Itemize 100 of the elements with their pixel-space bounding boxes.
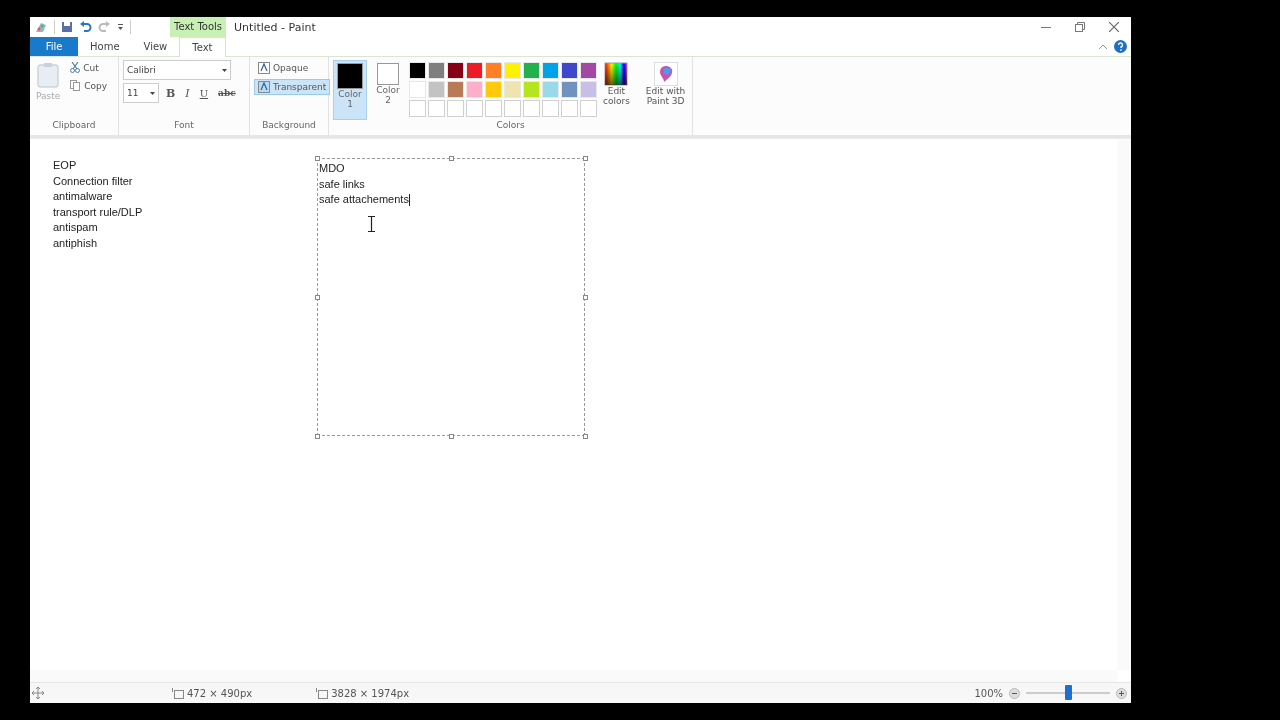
zoom-slider-thumb[interactable] (1065, 685, 1072, 700)
palette-color[interactable] (466, 62, 483, 79)
canvas-size: 3828 × 1974px (331, 687, 410, 699)
custom-color-cell[interactable] (542, 100, 559, 117)
font-size-dropdown[interactable]: 11 (123, 83, 159, 103)
ribbon-tab[interactable]: Home (78, 37, 132, 56)
palette-color[interactable] (485, 81, 502, 98)
canvas-size-icon (316, 687, 329, 699)
zoom-level: 100% (974, 687, 1003, 699)
palette-color[interactable] (447, 81, 464, 98)
zoom-in-icon[interactable] (1116, 687, 1127, 699)
resize-handle[interactable] (583, 434, 588, 439)
restore-icon[interactable] (1075, 22, 1085, 32)
custom-color-cell[interactable] (580, 100, 597, 117)
canvas-text: antiphish (53, 236, 98, 249)
canvas-text: Connection filter (53, 174, 133, 187)
letter-a-icon (258, 62, 270, 74)
canvas-text: antimalware (53, 190, 113, 202)
canvas-text: transport rule/DLP (53, 205, 143, 218)
clipboard-icon (37, 62, 60, 88)
context-tab-label: Text Tools (170, 17, 227, 37)
strikethrough-button[interactable]: abc (215, 88, 239, 98)
palette-color[interactable] (523, 62, 540, 79)
vertical-scrollbar[interactable] (1117, 139, 1131, 670)
resize-handle[interactable] (449, 156, 454, 161)
resize-handle[interactable] (583, 295, 588, 300)
zoom-out-icon[interactable] (1009, 687, 1020, 699)
resize-handle[interactable] (315, 156, 320, 161)
ribbon-tab[interactable]: Text (179, 37, 226, 57)
palette-color[interactable] (542, 81, 559, 98)
palette-color[interactable] (428, 62, 445, 79)
undo-icon[interactable] (79, 21, 92, 33)
canvas-text: antispam (53, 221, 98, 233)
copy-icon (70, 80, 82, 91)
help-icon[interactable] (1114, 40, 1127, 53)
paint-3d-icon (653, 62, 678, 86)
close-icon[interactable] (1109, 22, 1119, 32)
move-icon (32, 687, 44, 699)
canvas-text: safe attachements (319, 193, 409, 205)
palette-color[interactable] (580, 81, 597, 98)
underline-button[interactable]: U (196, 87, 212, 99)
dropdown-icon[interactable] (117, 23, 124, 31)
resize-handle[interactable] (583, 156, 588, 161)
window-title: Untitled - Paint (234, 20, 317, 34)
palette-color[interactable] (428, 81, 445, 98)
palette-color[interactable] (485, 62, 502, 79)
palette-color[interactable] (561, 81, 578, 98)
scissors-icon (70, 62, 81, 73)
bold-button[interactable]: B (163, 86, 179, 100)
canvas-text: MDO (319, 162, 345, 174)
selection-size-icon (172, 687, 184, 699)
group-label: Colors (495, 120, 526, 132)
custom-color-cell[interactable] (447, 100, 464, 117)
palette-color[interactable] (561, 62, 578, 79)
group-label: Font (173, 120, 195, 132)
custom-color-cell[interactable] (466, 100, 483, 117)
custom-color-cell[interactable] (409, 100, 426, 117)
palette-color[interactable] (523, 81, 540, 98)
resize-handle[interactable] (315, 295, 320, 300)
resize-handle[interactable] (449, 434, 454, 439)
custom-color-cell[interactable] (428, 100, 445, 117)
text-caret (408, 194, 410, 207)
custom-color-cell[interactable] (504, 100, 521, 117)
custom-color-cell[interactable] (561, 100, 578, 117)
collapse-ribbon-icon[interactable] (1098, 43, 1108, 50)
color-slot[interactable]: Color 1 (333, 60, 367, 120)
color-spectrum-icon (604, 62, 629, 86)
font-family-dropdown[interactable]: Calibri (123, 60, 231, 80)
background-option[interactable]: Transparent (254, 79, 331, 95)
custom-color-cell[interactable] (523, 100, 540, 117)
group-label: Clipboard (51, 120, 97, 132)
cut-button[interactable]: Cut (66, 60, 112, 75)
selection-size: 472 × 490px (187, 687, 253, 699)
palette-color[interactable] (504, 62, 521, 79)
paint-palette-icon[interactable] (34, 20, 48, 34)
palette-color[interactable] (504, 81, 521, 98)
palette-color[interactable] (580, 62, 597, 79)
canvas-text: EOP (53, 159, 77, 171)
edit-colors-button[interactable]: Edit colors (601, 60, 632, 120)
redo-icon (98, 21, 111, 33)
group-label: Background (261, 120, 317, 132)
text-cursor-icon (367, 216, 376, 232)
palette-color[interactable] (542, 62, 559, 79)
ribbon-tab[interactable]: File (30, 37, 78, 56)
ribbon-tab[interactable]: View (131, 37, 180, 56)
palette-color[interactable] (409, 62, 426, 79)
palette-color[interactable] (466, 81, 483, 98)
color-slot[interactable]: Color 2 (371, 60, 405, 120)
canvas-text: safe links (319, 177, 365, 190)
save-icon[interactable] (61, 21, 73, 33)
dropdown-arrow-icon (150, 91, 155, 95)
italic-button[interactable]: I (182, 86, 193, 100)
copy-button[interactable]: Copy (66, 78, 112, 93)
dropdown-arrow-icon (222, 68, 227, 72)
background-option[interactable]: Opaque (254, 60, 331, 76)
edit-with-paint-3d-button[interactable]: Edit with Paint 3D (643, 60, 688, 120)
palette-color[interactable] (447, 62, 464, 79)
custom-color-cell[interactable] (485, 100, 502, 117)
resize-handle[interactable] (315, 434, 320, 439)
horizontal-scrollbar[interactable] (30, 670, 1117, 682)
